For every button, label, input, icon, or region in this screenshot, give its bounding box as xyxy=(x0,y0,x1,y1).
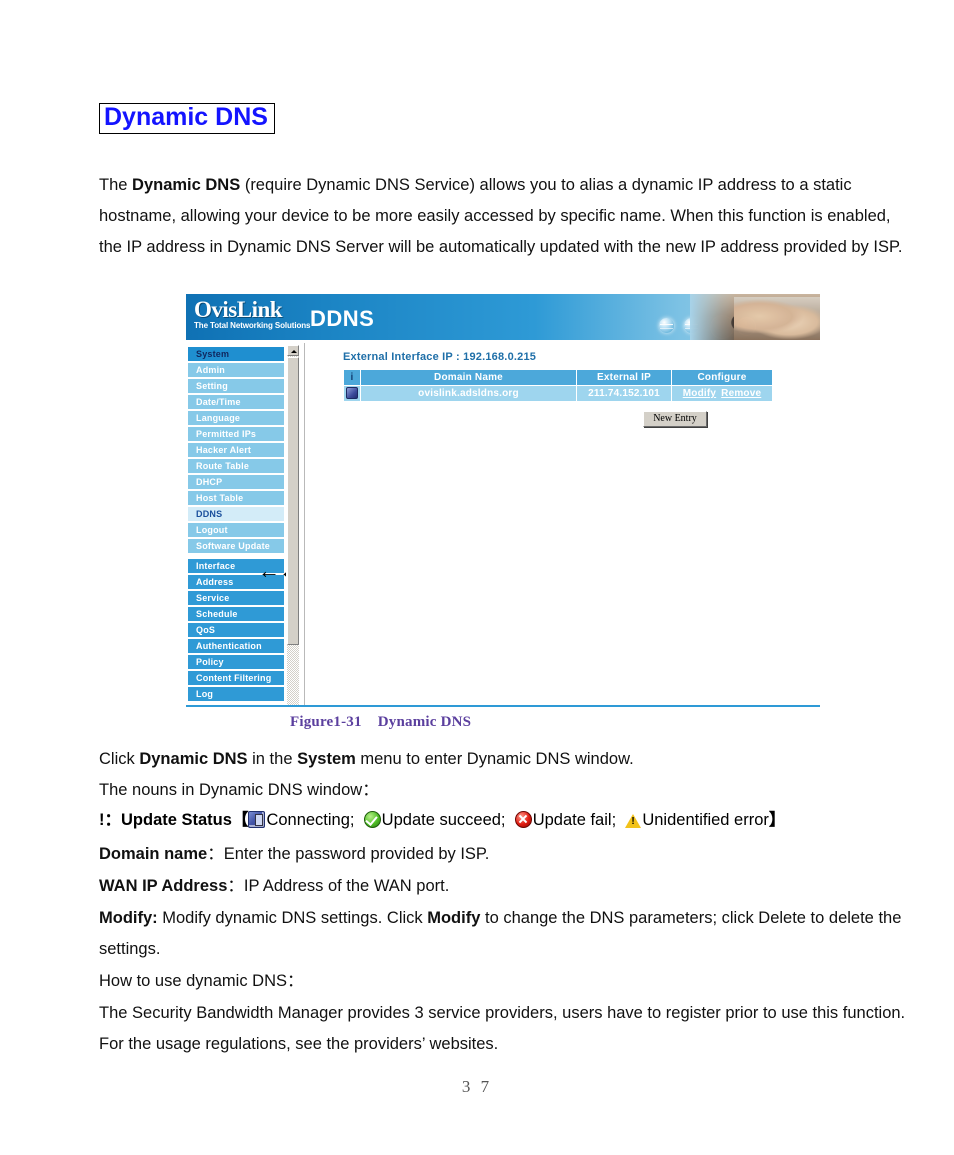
sidebar-item-language[interactable]: Language xyxy=(188,411,284,425)
click-part2: in the xyxy=(247,750,298,768)
router-sidebar: System Admin Setting Date/Time Language … xyxy=(188,347,284,707)
domain-text: ：Enter the password provided by ISP. xyxy=(207,845,490,863)
status-fail-text: Update fail; xyxy=(532,811,617,829)
vertical-scrollbar[interactable] xyxy=(286,345,299,705)
router-header-bar: OvisLink The Total Networking Solutions … xyxy=(186,294,820,343)
column-header-status: i xyxy=(344,370,360,385)
router-content-pane: External Interface IP : 192.168.0.215 i … xyxy=(304,343,820,707)
connecting-status-icon xyxy=(248,811,266,828)
external-interface-ip-label: External Interface IP : 192.168.0.215 xyxy=(343,351,537,363)
modify-paragraph: Modify: Modify dynamic DNS settings. Cli… xyxy=(99,903,907,965)
sidebar-item-dhcp[interactable]: DHCP xyxy=(188,475,284,489)
howto-paragraph: How to use dynamic DNS： xyxy=(99,972,304,990)
column-header-external-ip: External IP xyxy=(577,370,671,385)
ddns-table: i Domain Name External IP Configure ovis… xyxy=(343,369,773,402)
column-header-domain-name: Domain Name xyxy=(361,370,576,385)
router-body: System Admin Setting Date/Time Language … xyxy=(186,343,820,707)
status-succeed-text: Update succeed; xyxy=(381,811,506,829)
table-row: ovislink.adsldns.org 211.74.152.101 Modi… xyxy=(344,386,772,401)
status-label: Update Status xyxy=(121,811,232,829)
error-cross-icon xyxy=(514,811,532,828)
status-connecting-text: Connecting; xyxy=(266,811,355,829)
sidebar-group-header-system[interactable]: System xyxy=(188,347,284,361)
warning-triangle-icon xyxy=(625,814,642,828)
sidebar-item-qos[interactable]: QoS xyxy=(188,623,284,637)
figure-label: Figure1-31 xyxy=(290,714,362,730)
nouns-line: The nouns in Dynamic DNS window： xyxy=(99,781,379,799)
page-title: Dynamic DNS xyxy=(104,103,268,131)
click-bold1: Dynamic DNS xyxy=(139,750,248,768)
connecting-status-icon xyxy=(346,386,358,399)
logo-wordmark: OvisLink xyxy=(194,297,283,322)
modify-bold1: Modify xyxy=(427,909,481,927)
modify-link[interactable]: Modify xyxy=(683,388,716,399)
sidebar-item-host-table[interactable]: Host Table xyxy=(188,491,284,505)
page-title-box: Dynamic DNS xyxy=(99,103,275,134)
table-header-row: i Domain Name External IP Configure xyxy=(344,370,772,385)
ovislink-logo: OvisLink The Total Networking Solutions xyxy=(194,297,311,330)
globe-icon xyxy=(659,318,674,333)
intro-bold1: Dynamic DNS xyxy=(132,176,241,194)
providers-paragraph: The Security Bandwidth Manager provides … xyxy=(99,1004,927,1053)
row-external-ip: 211.74.152.101 xyxy=(577,386,671,401)
click-instruction-paragraph: Click Dynamic DNS in the System menu to … xyxy=(99,744,907,806)
sidebar-item-policy[interactable]: Policy xyxy=(188,655,284,669)
modify-part1: Modify dynamic DNS settings. Click xyxy=(157,909,428,927)
wan-text: ：IP Address of the WAN port. xyxy=(227,877,450,895)
document-page: Dynamic DNS The Dynamic DNS (require Dyn… xyxy=(0,0,954,1155)
sidebar-item-schedule[interactable]: Schedule xyxy=(188,607,284,621)
router-screenshot: OvisLink The Total Networking Solutions … xyxy=(186,294,820,707)
domain-label: Domain name xyxy=(99,845,208,863)
click-part1: Click xyxy=(99,750,140,768)
status-unidentified-text: Unidentified error xyxy=(642,811,769,829)
sidebar-item-ddns[interactable]: DDNS xyxy=(188,507,284,521)
sidebar-item-log[interactable]: Log xyxy=(188,687,284,701)
router-bottom-rule xyxy=(186,705,820,707)
domain-name-paragraph: Domain name：Enter the password provided … xyxy=(99,839,907,870)
logo-tagline: The Total Networking Solutions xyxy=(194,321,311,330)
sidebar-item-service[interactable]: Service xyxy=(188,591,284,605)
success-check-icon xyxy=(363,811,381,828)
figure-title: Dynamic DNS xyxy=(377,714,472,730)
intro-part1: The xyxy=(99,176,133,194)
modify-label: Modify: xyxy=(99,909,158,927)
page-number: 3 7 xyxy=(461,1077,493,1096)
scrollbar-thumb[interactable] xyxy=(287,357,299,645)
status-prefix: !： xyxy=(99,811,121,829)
figure-caption: Figure1-31 Dynamic DNS xyxy=(290,714,471,731)
click-bold2: System xyxy=(297,750,356,768)
sidebar-item-setting[interactable]: Setting xyxy=(188,379,284,393)
sidebar-item-logout[interactable]: Logout xyxy=(188,523,284,537)
sidebar-item-content-filtering[interactable]: Content Filtering xyxy=(188,671,284,685)
sidebar-item-software-update[interactable]: Software Update xyxy=(188,539,284,553)
router-page-title: DDNS xyxy=(310,306,375,331)
remove-link[interactable]: Remove xyxy=(721,388,761,399)
sidebar-group-system: System Admin Setting Date/Time Language … xyxy=(188,347,284,553)
column-header-configure: Configure xyxy=(672,370,772,385)
row-status-cell xyxy=(344,386,360,401)
wan-ip-paragraph: WAN IP Address：IP Address of the WAN por… xyxy=(99,871,907,902)
click-part3: menu to enter Dynamic DNS window. xyxy=(355,750,634,768)
sidebar-item-route-table[interactable]: Route Table xyxy=(188,459,284,473)
sidebar-item-authentication[interactable]: Authentication xyxy=(188,639,284,653)
wan-label: WAN IP Address xyxy=(99,877,228,895)
status-close-bracket: 】 xyxy=(768,811,786,829)
row-configure-cell: Modify Remove xyxy=(672,386,772,401)
sidebar-item-hacker-alert[interactable]: Hacker Alert xyxy=(188,443,284,457)
sidebar-item-permitted-ips[interactable]: Permitted IPs xyxy=(188,427,284,441)
status-open-bracket: 【 xyxy=(231,811,249,829)
scroll-up-arrow-icon[interactable] xyxy=(287,345,299,356)
header-photo xyxy=(690,294,820,340)
row-domain-name: ovislink.adsldns.org xyxy=(361,386,576,401)
update-status-paragraph: !：Update Status【 Connecting; Update succe… xyxy=(99,808,919,832)
intro-paragraph: The Dynamic DNS (require Dynamic DNS Ser… xyxy=(99,170,907,263)
sidebar-item-date-time[interactable]: Date/Time xyxy=(188,395,284,409)
new-entry-button[interactable]: New Entry xyxy=(643,411,707,427)
sidebar-item-admin[interactable]: Admin xyxy=(188,363,284,377)
